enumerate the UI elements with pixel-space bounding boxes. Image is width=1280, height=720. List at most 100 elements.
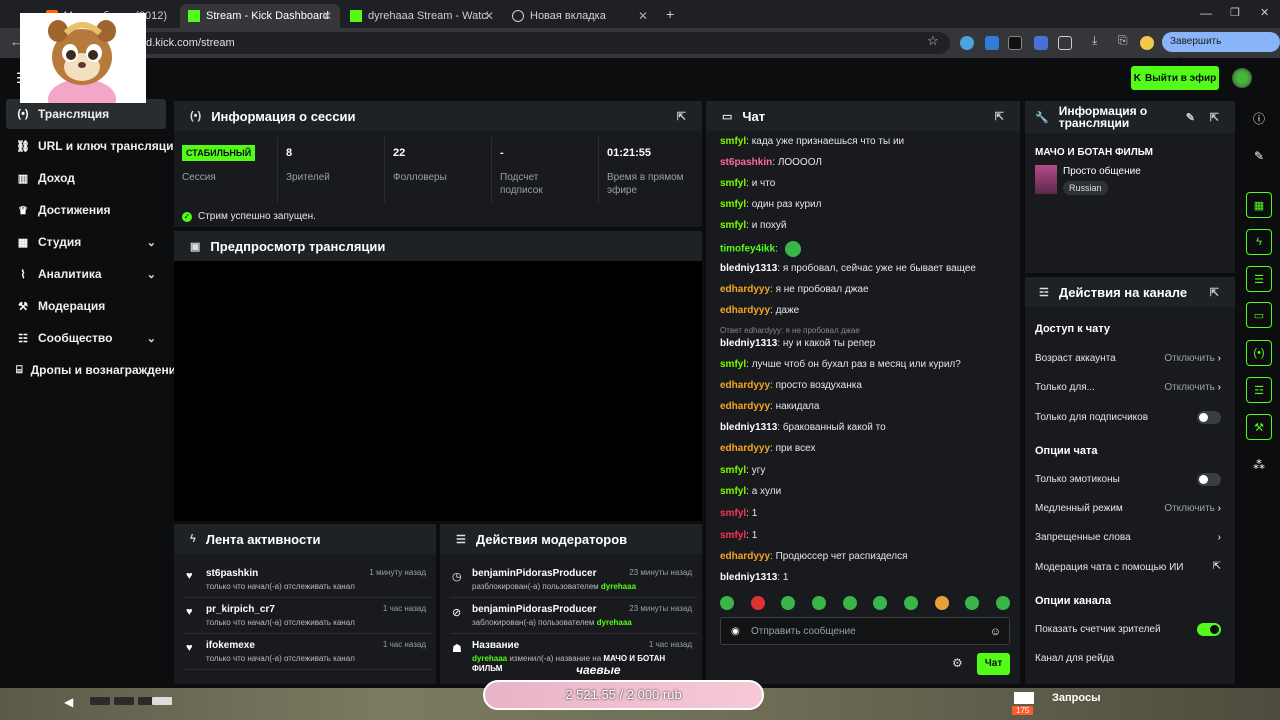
chat-username[interactable]: bledniy1313 (720, 263, 777, 274)
chat-username[interactable]: smfyl (720, 178, 746, 189)
sidebar-item-moderation[interactable]: ⚒ Модерация (6, 291, 166, 321)
download-icon[interactable]: ⤓ (1092, 33, 1097, 48)
chat-input[interactable]: ◉ Отправить сообщение ☺ (720, 617, 1010, 645)
layout-icon[interactable]: ⁂ (1246, 452, 1272, 478)
emote-icon[interactable] (750, 596, 765, 610)
chat-username[interactable]: bledniy1313 (720, 572, 777, 583)
preview-video[interactable] (174, 261, 702, 521)
maximize-icon[interactable]: ❐ (1230, 6, 1240, 19)
emote-icon[interactable] (811, 596, 826, 610)
share-icon[interactable]: ⎘ (1118, 33, 1128, 48)
chat-username[interactable]: smfyl (720, 465, 746, 476)
tab-kick-stream[interactable]: dyrehaaa Stream - Watch Live o✕ (342, 4, 502, 28)
edit-pencil-icon[interactable]: ✎ (1246, 143, 1272, 169)
sidebar-item-drops[interactable]: ⌸ Дропы и вознаграждения (6, 355, 183, 385)
extension-icon[interactable] (1034, 36, 1048, 50)
emote-icon[interactable] (934, 596, 949, 610)
close-icon[interactable]: ✕ (322, 9, 332, 23)
list-icon[interactable]: ☰ (1246, 266, 1272, 292)
chat-username[interactable]: smfyl (720, 359, 746, 370)
user-avatar[interactable] (1232, 68, 1252, 88)
update-button[interactable]: Завершить обновление (1162, 32, 1280, 67)
emote-icon[interactable] (720, 596, 734, 610)
chat-icon[interactable]: ▭ (1246, 302, 1272, 328)
raid-channel-setting[interactable]: Канал для рейда (1035, 653, 1225, 664)
banned-words-setting[interactable]: Запрещенные слова (1035, 532, 1225, 543)
sidebar-item-stream[interactable]: (•) Трансляция (6, 99, 166, 129)
viewer-count-toggle[interactable] (1197, 623, 1221, 636)
popout-icon[interactable]: ⇱ (1210, 286, 1219, 299)
chat-text: я пробовал, сейчас уже не бывает ващее (782, 263, 976, 274)
url-input[interactable]: d.kick.com/stream (130, 32, 950, 54)
broadcast-icon[interactable]: (•) (1246, 340, 1272, 366)
chat-username[interactable]: bledniy1313 (720, 422, 777, 433)
chat-username[interactable]: edhardyyy (720, 443, 770, 454)
emote-icon[interactable] (995, 596, 1010, 610)
extension-icon[interactable] (960, 36, 974, 50)
subs-only-toggle[interactable] (1197, 411, 1221, 424)
popout-icon[interactable]: ⇱ (1210, 111, 1219, 124)
info-icon[interactable]: ⓘ (1246, 105, 1272, 131)
slow-mode-value[interactable]: Отключить › (1164, 503, 1221, 514)
sidebar-item-analytics[interactable]: ⌇ Аналитика ⌄ (6, 259, 166, 289)
chat-username[interactable]: edhardyyy (720, 305, 770, 316)
chat-username[interactable]: bledniy1313 (720, 338, 777, 349)
chat-username[interactable]: smfyl (720, 220, 746, 231)
category-thumbnail[interactable] (1035, 165, 1057, 194)
status-badge: СТАБИЛЬНЫЙ (182, 145, 256, 161)
extension-icon[interactable] (985, 36, 999, 50)
tab-new-tab[interactable]: Новая вкладка ✕ (504, 4, 656, 28)
chevron-right-icon[interactable]: › (1218, 532, 1221, 543)
chat-username[interactable]: st6pashkin (720, 157, 772, 168)
bookmark-star-icon[interactable]: ☆ (927, 33, 939, 49)
chat-username[interactable]: edhardyyy (720, 380, 770, 391)
extension-icon[interactable] (1008, 36, 1022, 50)
popout-icon[interactable]: ⇱ (677, 110, 686, 123)
account-age-value[interactable]: Отключить › (1164, 353, 1221, 364)
puzzle-icon[interactable] (1058, 36, 1072, 50)
lightning-icon[interactable]: ϟ (1246, 229, 1272, 255)
chat-username[interactable]: edhardyyy (720, 401, 770, 412)
sidebar-item-income[interactable]: ▥ Доход (6, 163, 166, 193)
minimize-icon[interactable]: — (1200, 6, 1212, 20)
chat-username[interactable]: edhardyyy (720, 284, 770, 295)
chat-username[interactable]: smfyl (720, 199, 746, 210)
chat-username[interactable]: smfyl (720, 136, 746, 147)
category-name[interactable]: Просто общение (1063, 166, 1141, 177)
sidebar-item-url-key[interactable]: ⛓ URL и ключ трансляции (6, 131, 181, 161)
close-icon[interactable]: ✕ (484, 9, 494, 23)
wrench-icon[interactable]: ⚒ (1246, 414, 1272, 440)
chat-send-button[interactable]: Чат (977, 653, 1010, 675)
sidebar-item-community[interactable]: ☷ Сообщество ⌄ (6, 323, 166, 353)
gear-icon[interactable]: ⚙ (952, 656, 963, 670)
chat-username[interactable]: timofey4ikk (720, 244, 775, 255)
chat-message: smfyl: один раз курил (720, 199, 821, 210)
emotes-only-toggle[interactable] (1197, 473, 1221, 486)
go-live-button[interactable]: K Выйти в эфир (1131, 66, 1219, 90)
chat-username[interactable]: smfyl (720, 508, 746, 519)
emote-icon[interactable] (781, 596, 796, 610)
emoji-icon[interactable]: ☺ (990, 618, 1001, 646)
edit-pencil-icon[interactable]: ✎ (1186, 111, 1195, 124)
new-tab-icon[interactable]: + (666, 6, 674, 22)
followers-only-value[interactable]: Отключить › (1164, 382, 1221, 393)
chat-username[interactable]: smfyl (720, 530, 746, 541)
channel-actions-icon[interactable]: ☲ (1246, 377, 1272, 403)
emote-icon[interactable] (903, 596, 918, 610)
sidebar-item-achievements[interactable]: ♛ Достижения (6, 195, 166, 225)
chat-username[interactable]: edhardyyy (720, 551, 770, 562)
popout-icon[interactable]: ⇱ (995, 110, 1004, 123)
tab-kick-dashboard[interactable]: Stream - Kick Dashboard ✕ (180, 4, 340, 28)
profile-avatar-icon[interactable] (1140, 36, 1154, 50)
emote-icon[interactable] (842, 596, 857, 610)
chat-username[interactable]: smfyl (720, 486, 746, 497)
close-window-icon[interactable]: ✕ (1260, 6, 1269, 19)
close-icon[interactable]: ✕ (638, 9, 648, 23)
emote-icon[interactable] (873, 596, 888, 610)
emote-icon[interactable] (965, 596, 980, 610)
chat-settings-icon[interactable]: ◉ (731, 618, 740, 646)
ai-moderation-setting[interactable]: Модерация чата с помощью ИИ (1035, 562, 1225, 573)
external-link-icon[interactable]: ⇱ (1213, 561, 1221, 572)
sidebar-item-studio[interactable]: ▦ Студия ⌄ (6, 227, 166, 257)
panel-toggle-icon[interactable]: ▦ (1246, 192, 1272, 218)
